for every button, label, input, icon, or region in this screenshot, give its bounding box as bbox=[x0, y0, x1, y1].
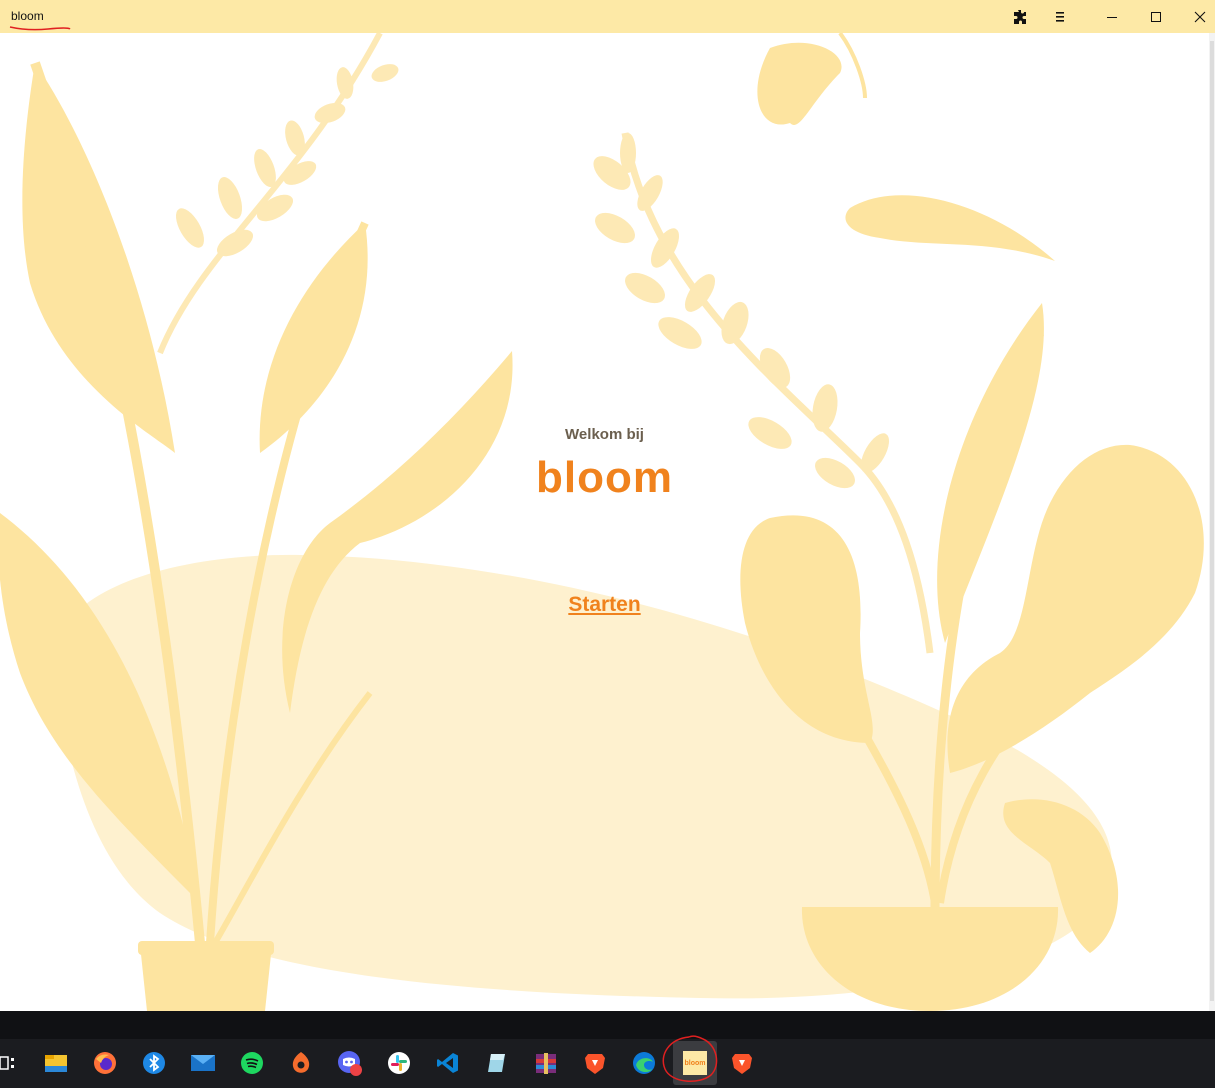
origin-icon bbox=[292, 1052, 310, 1073]
welcome-screen: Welkom bij bloom Starten bbox=[0, 33, 1209, 1011]
maximize-icon bbox=[1151, 11, 1161, 22]
eraser-app-icon bbox=[488, 1054, 505, 1072]
slack-icon bbox=[388, 1052, 410, 1074]
brand-logo-text: bloom bbox=[536, 453, 673, 502]
task-view-icon bbox=[0, 1056, 14, 1070]
discord-icon bbox=[338, 1051, 362, 1076]
mail-icon bbox=[191, 1055, 215, 1071]
plants-illustration bbox=[0, 33, 1204, 1011]
start-link[interactable]: Starten bbox=[568, 593, 640, 616]
brave-button-2[interactable] bbox=[724, 1045, 760, 1081]
vscode-button[interactable] bbox=[430, 1045, 466, 1081]
close-icon bbox=[1194, 11, 1206, 22]
firefox-button[interactable] bbox=[87, 1045, 123, 1081]
brave-icon bbox=[585, 1054, 605, 1074]
window-title: bloom bbox=[11, 9, 44, 23]
minimize-button[interactable] bbox=[1090, 0, 1134, 33]
discord-button[interactable] bbox=[332, 1045, 368, 1081]
firefox-icon bbox=[94, 1052, 116, 1074]
bluetooth-app-icon bbox=[143, 1052, 165, 1074]
taskbar: bloom bbox=[0, 1035, 1215, 1088]
menu-button[interactable] bbox=[1038, 0, 1082, 33]
close-button[interactable] bbox=[1178, 0, 1215, 33]
edge-icon bbox=[633, 1052, 655, 1074]
annotation-circle bbox=[662, 1035, 718, 1082]
scrollbar[interactable] bbox=[1209, 33, 1215, 1011]
winrar-button[interactable] bbox=[528, 1045, 564, 1081]
eraser-app-button[interactable] bbox=[479, 1045, 515, 1081]
menu-icon bbox=[1056, 11, 1064, 22]
edge-button[interactable] bbox=[626, 1045, 662, 1081]
origin-button[interactable] bbox=[283, 1045, 319, 1081]
spotify-icon bbox=[241, 1052, 263, 1074]
extensions-button[interactable] bbox=[998, 0, 1042, 33]
maximize-button[interactable] bbox=[1134, 0, 1178, 33]
scrollbar-thumb[interactable] bbox=[1210, 41, 1214, 1001]
brave-button[interactable] bbox=[577, 1045, 613, 1081]
minimize-icon bbox=[1107, 16, 1117, 18]
file-explorer-icon bbox=[45, 1055, 67, 1072]
task-view-button[interactable] bbox=[0, 1045, 26, 1081]
slack-button[interactable] bbox=[381, 1045, 417, 1081]
winrar-icon bbox=[536, 1053, 556, 1074]
annotation-underline bbox=[9, 26, 71, 31]
file-explorer-button[interactable] bbox=[38, 1045, 74, 1081]
spotify-button[interactable] bbox=[234, 1045, 270, 1081]
mail-button[interactable] bbox=[185, 1045, 221, 1081]
title-bar: bloom bbox=[0, 0, 1215, 33]
vscode-icon bbox=[437, 1053, 458, 1073]
welcome-text: Welkom bij bbox=[565, 426, 644, 443]
bluetooth-app-button[interactable] bbox=[136, 1045, 172, 1081]
extensions-icon bbox=[1014, 9, 1026, 24]
start-link-wrapper: Starten bbox=[0, 593, 1209, 617]
brave-icon-2 bbox=[732, 1054, 752, 1074]
taskbar-top-strip bbox=[0, 1011, 1215, 1039]
